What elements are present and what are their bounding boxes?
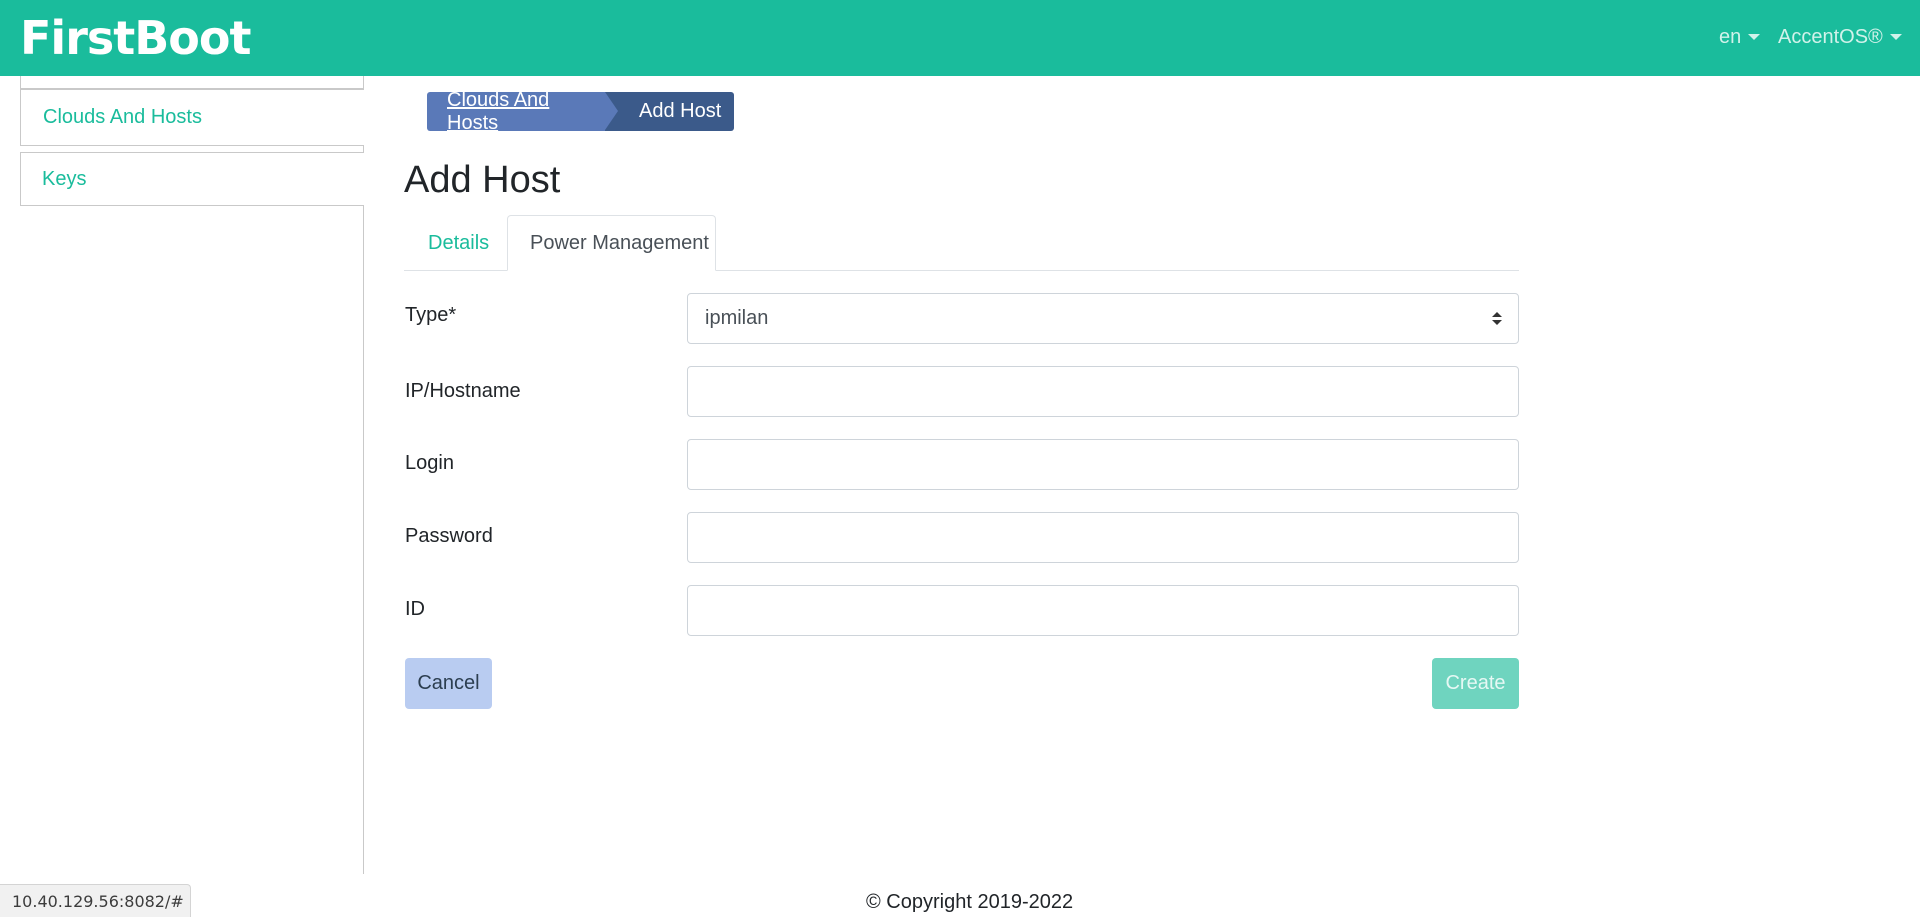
language-dropdown[interactable]: en — [1719, 24, 1761, 50]
language-label: en — [1719, 26, 1742, 48]
top-navbar: FirstBoot en AccentOS® — [0, 0, 1920, 76]
login-label: Login — [405, 452, 454, 474]
caret-down-icon — [1748, 34, 1761, 40]
tab-power-management[interactable]: Power Management — [507, 215, 716, 271]
browser-status-bar: 10.40.129.56:8082/# — [0, 884, 191, 917]
page-title: Add Host — [404, 159, 561, 201]
breadcrumb-separator — [783, 92, 798, 130]
sort-arrows-icon — [1492, 312, 1502, 326]
breadcrumb-clouds-and-hosts-link[interactable]: Clouds And Hosts — [427, 89, 618, 134]
type-select[interactable]: ipmilan — [687, 293, 1519, 344]
ip-hostname-label: IP/Hostname — [405, 380, 521, 402]
brand-logo[interactable]: FirstBoot — [20, 9, 252, 67]
product-label: AccentOS® — [1778, 26, 1883, 48]
sidebar-item-clouds-and-hosts[interactable]: Clouds And Hosts — [20, 89, 364, 146]
type-label: Type* — [405, 304, 457, 326]
sidebar-item-label: Clouds And Hosts — [43, 106, 202, 128]
id-input[interactable] — [687, 585, 1519, 636]
create-button[interactable]: Create — [1432, 658, 1519, 709]
sidebar-top-edge — [20, 76, 364, 89]
caret-down-icon — [1889, 34, 1902, 40]
breadcrumb-current: Add Host — [605, 92, 798, 131]
ip-hostname-input[interactable] — [687, 366, 1519, 417]
sidebar-item-keys[interactable]: Keys — [20, 152, 364, 206]
copyright-text: © Copyright 2019-2022 — [866, 891, 1074, 913]
tab-label: Details — [428, 231, 490, 254]
type-select-value: ipmilan — [705, 307, 769, 329]
cancel-button[interactable]: Cancel — [405, 658, 492, 709]
id-label: ID — [405, 598, 425, 620]
tab-label: Power Management — [530, 231, 709, 254]
password-label: Password — [405, 525, 493, 547]
product-dropdown[interactable]: AccentOS® — [1778, 24, 1902, 50]
login-input[interactable] — [687, 439, 1519, 490]
tab-details[interactable]: Details — [404, 215, 508, 271]
breadcrumb-current-label: Add Host — [639, 100, 722, 122]
password-input[interactable] — [687, 512, 1519, 563]
breadcrumb: Clouds And Hosts Add Host — [427, 89, 798, 134]
sidebar-item-label: Keys — [42, 167, 87, 190]
